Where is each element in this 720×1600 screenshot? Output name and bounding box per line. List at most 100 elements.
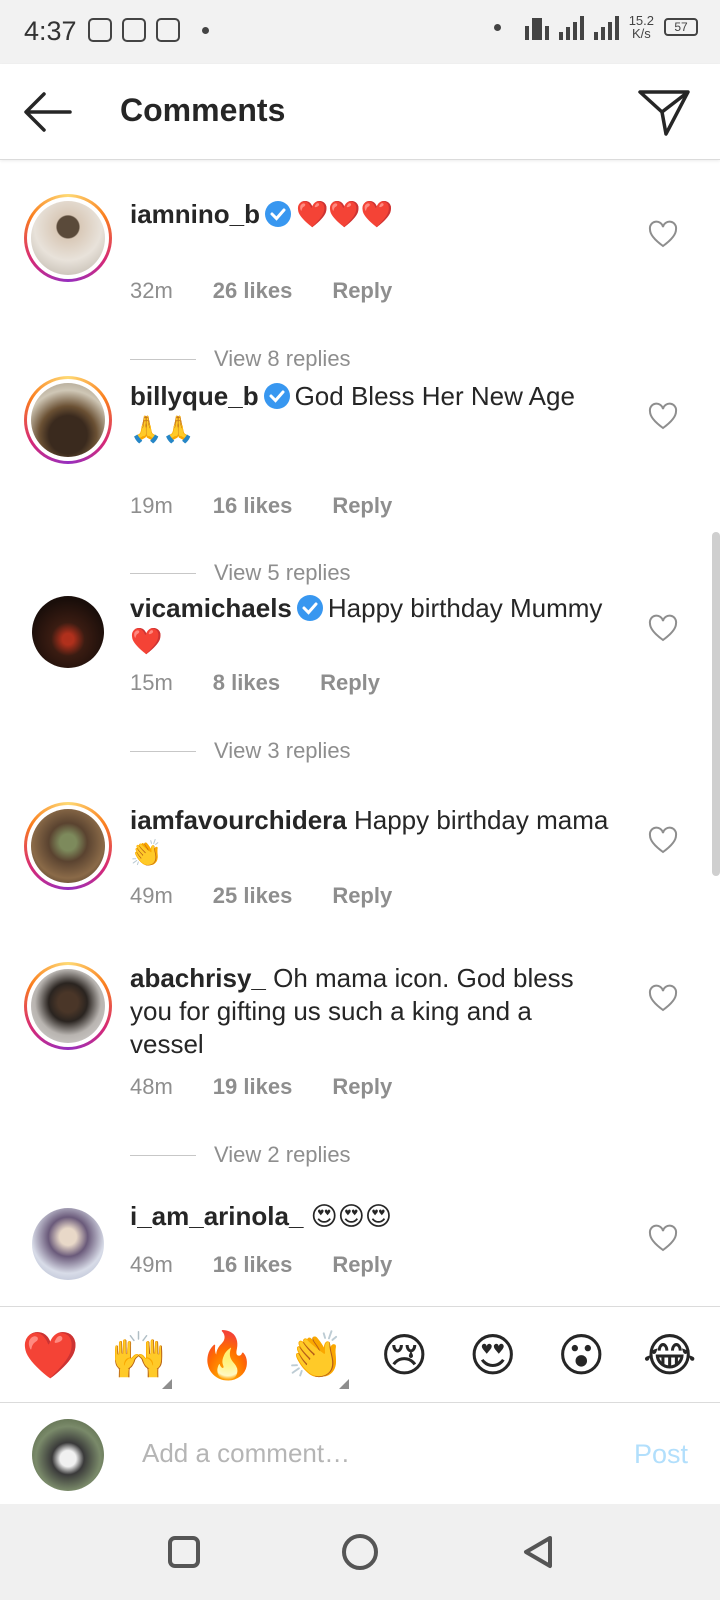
emoji-raised-hands-button[interactable]: 🙌 <box>104 1327 174 1389</box>
avatar-image <box>31 383 105 457</box>
comment-likes[interactable]: 16 likes <box>213 493 293 519</box>
avatar-image <box>31 201 105 275</box>
system-navigation-bar <box>0 1504 720 1600</box>
app-notification-icon <box>156 18 180 42</box>
heart-icon[interactable] <box>648 1224 678 1254</box>
emoji-heart-button[interactable]: ❤️ <box>15 1327 85 1383</box>
comment-time: 19m <box>130 493 173 518</box>
avatar[interactable] <box>24 376 112 464</box>
comment-time: 49m <box>130 1252 173 1277</box>
comment-username[interactable]: billyque_b <box>130 381 259 411</box>
status-time: 4:37 <box>24 16 77 46</box>
quick-emoji-bar: ❤️ 🙌 🔥 👏 😢 😍 😮 😂 <box>0 1306 720 1402</box>
reply-button[interactable]: Reply <box>320 670 380 696</box>
comments-list[interactable]: iamnino_b ❤️❤️❤️ 32m 26 likes Reply View … <box>0 160 720 1306</box>
comment-likes[interactable]: 19 likes <box>213 1074 293 1100</box>
comment-likes[interactable]: 25 likes <box>213 883 293 909</box>
heart-icon[interactable] <box>648 984 678 1014</box>
emoji-clap-button[interactable]: 👏 <box>281 1327 351 1389</box>
reply-button[interactable]: Reply <box>332 883 392 909</box>
comment-meta: 32m 26 likes Reply <box>130 278 392 304</box>
avatar-image <box>31 969 105 1043</box>
avatar[interactable] <box>24 802 112 890</box>
comment-composer: Post <box>0 1402 720 1504</box>
comment-meta: 15m 8 likes Reply <box>130 670 380 696</box>
comment-meta: 49m 16 likes Reply <box>130 1252 392 1278</box>
comment-time: 32m <box>130 278 173 303</box>
back-button[interactable] <box>20 86 76 138</box>
comment-likes[interactable]: 16 likes <box>213 1252 293 1278</box>
verified-badge-icon <box>263 383 290 409</box>
reply-button[interactable]: Reply <box>332 1252 392 1278</box>
comment-meta: 19m 16 likes Reply <box>130 493 392 519</box>
comment-username[interactable]: iamnino_b <box>130 199 260 229</box>
verified-badge-icon <box>265 201 292 227</box>
post-button[interactable]: Post <box>634 1439 688 1470</box>
arrow-left-icon <box>24 92 72 132</box>
heart-icon[interactable] <box>648 826 678 856</box>
comment-text: iamnino_b ❤️❤️❤️ <box>130 198 610 231</box>
replies-divider <box>130 358 196 360</box>
heart-icon[interactable] <box>648 402 678 432</box>
page-title: Comments <box>120 92 286 128</box>
comment-message: 😍😍😍 <box>310 1201 392 1231</box>
network-speed-unit: K/s <box>631 26 651 41</box>
replies-divider <box>130 1154 196 1156</box>
battery-icon: 57 <box>664 18 698 36</box>
reply-button[interactable]: Reply <box>332 278 392 304</box>
recent-apps-button[interactable] <box>168 1536 200 1568</box>
emoji-fire-button[interactable]: 🔥 <box>192 1327 262 1383</box>
comment-username[interactable]: vicamichaels <box>130 593 292 623</box>
signal-icon <box>558 14 584 40</box>
skin-tone-indicator <box>338 1378 349 1389</box>
avatar-image <box>31 809 105 883</box>
replies-divider <box>130 750 196 752</box>
comment-text: billyque_b God Bless Her New Age 🙏🙏 <box>130 380 610 446</box>
avatar[interactable] <box>24 194 112 282</box>
top-app-bar: Comments <box>0 64 720 160</box>
comment-likes[interactable]: 26 likes <box>213 278 293 304</box>
comment-text: i_am_arinola_ 😍😍😍 <box>130 1200 610 1233</box>
emoji-glyph: 🙌 <box>110 1328 168 1381</box>
comment-likes[interactable]: 8 likes <box>213 670 280 696</box>
emoji-laughing-button[interactable]: 😂 <box>635 1327 705 1383</box>
view-replies-button[interactable]: View 5 replies <box>130 560 351 586</box>
comment-username[interactable]: iamfavourchidera <box>130 805 347 835</box>
back-triangle-icon[interactable] <box>520 1534 556 1570</box>
comment-message: ❤️❤️❤️ <box>296 199 394 229</box>
avatar[interactable] <box>32 596 104 668</box>
view-replies-label: View 8 replies <box>214 346 351 371</box>
emoji-heart-eyes-button[interactable]: 😍 <box>458 1327 528 1383</box>
vibrate-icon <box>524 14 549 40</box>
comment-time: 15m <box>130 670 173 695</box>
comment-username[interactable]: i_am_arinola_ <box>130 1201 303 1231</box>
comment-meta: 49m 25 likes Reply <box>130 883 392 909</box>
reply-button[interactable]: Reply <box>332 493 392 519</box>
paper-plane-icon <box>638 90 690 136</box>
comment-username[interactable]: abachrisy_ <box>130 963 266 993</box>
comment-time: 49m <box>130 883 173 908</box>
comments-screen: 4:37 15.2 K/s 57 Comments iamnino_b ❤️❤️… <box>0 0 720 1600</box>
view-replies-label: View 2 replies <box>214 1142 351 1167</box>
share-button[interactable] <box>636 86 692 138</box>
heart-icon[interactable] <box>648 614 678 644</box>
app-notification-icon <box>122 18 146 42</box>
comment-meta: 48m 19 likes Reply <box>130 1074 392 1100</box>
emoji-surprised-button[interactable]: 😮 <box>546 1327 616 1383</box>
home-button[interactable] <box>342 1534 378 1570</box>
emoji-crying-button[interactable]: 😢 <box>369 1327 439 1383</box>
view-replies-button[interactable]: View 2 replies <box>130 1142 351 1168</box>
comment-text: iamfavourchidera Happy birthday mama 👏 <box>130 804 610 870</box>
status-bar: 4:37 15.2 K/s 57 <box>0 0 720 64</box>
scrollbar[interactable] <box>712 532 720 876</box>
comment-input[interactable] <box>142 1431 592 1475</box>
heart-icon[interactable] <box>648 220 678 250</box>
avatar[interactable] <box>24 962 112 1050</box>
view-replies-button[interactable]: View 8 replies <box>130 346 351 372</box>
comment-time: 48m <box>130 1074 173 1099</box>
avatar[interactable] <box>32 1208 104 1280</box>
comment-text: vicamichaels Happy birthday Mummy ❤️ <box>130 592 610 658</box>
verified-badge-icon <box>296 595 323 621</box>
view-replies-button[interactable]: View 3 replies <box>130 738 351 764</box>
reply-button[interactable]: Reply <box>332 1074 392 1100</box>
